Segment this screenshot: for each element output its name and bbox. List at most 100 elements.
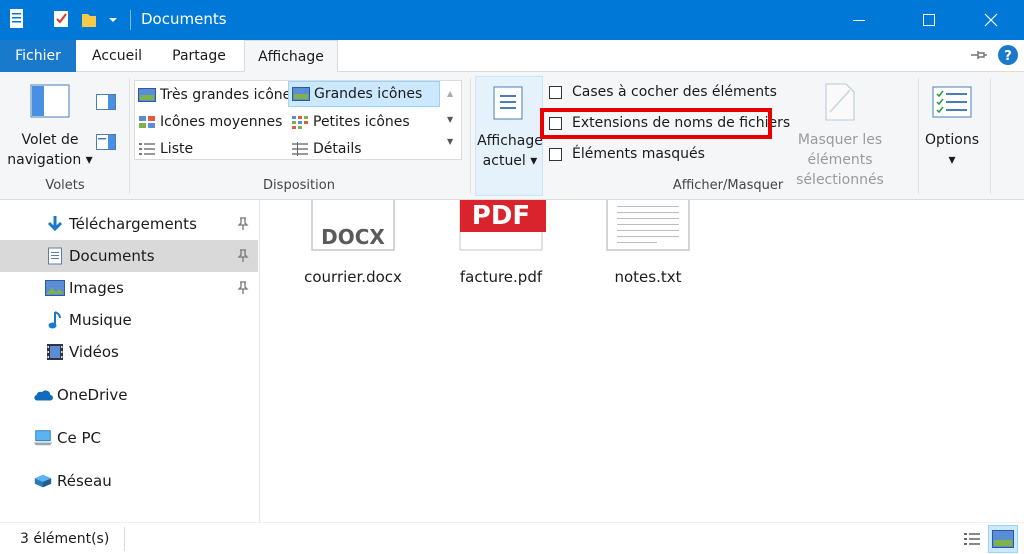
properties-icon[interactable] (52, 8, 70, 30)
network-icon (33, 471, 53, 491)
details-icon (291, 142, 309, 156)
file-item-facture[interactable]: PDF facture.pdf (441, 199, 561, 286)
title-bar: Documents (0, 0, 1024, 40)
ribbon-tabs: Fichier Accueil Partage Affichage ? (0, 40, 1024, 73)
tab-file[interactable]: Fichier (0, 40, 76, 72)
nav-item-music[interactable]: Musique (0, 304, 258, 336)
layout-extra-large-icons[interactable]: Très grandes icônes (138, 83, 299, 107)
music-icon (45, 310, 65, 330)
file-name: notes.txt (614, 268, 682, 286)
scroll-up-icon[interactable]: ▲ (447, 89, 453, 98)
expand-gallery-icon[interactable]: ▼ (447, 137, 453, 146)
options-label: Options (924, 132, 980, 148)
layout-item-label: Très grandes icônes (160, 87, 299, 103)
new-folder-icon[interactable] (80, 8, 98, 30)
status-bar: 3 élément(s) (0, 522, 1024, 554)
nav-item-label: Vidéos (69, 343, 119, 361)
file-item-courrier[interactable]: DOCX courrier.docx (293, 200, 413, 286)
close-button[interactable] (968, 0, 1014, 40)
pictures-icon (45, 278, 65, 298)
nav-item-documents[interactable]: Documents (0, 240, 258, 272)
status-separator (124, 527, 125, 551)
minimize-button[interactable] (836, 0, 882, 40)
pin-icon[interactable] (236, 217, 250, 235)
large-icons-view-icon (992, 530, 1014, 548)
layout-list[interactable]: Liste (138, 137, 288, 161)
navigation-pane-button[interactable]: Volet de navigation ▾ (6, 130, 94, 170)
group-separator (470, 78, 471, 194)
docx-badge: DOCX (321, 225, 385, 249)
preview-pane-icon[interactable] (96, 94, 116, 114)
hidden-items-checkbox[interactable] (549, 147, 562, 161)
layout-scrollbar[interactable]: ▲ ▼ ▼ (442, 81, 461, 159)
layout-item-label: Petites icônes (313, 114, 410, 130)
nav-item-videos[interactable]: Vidéos (0, 336, 258, 368)
maximize-icon (923, 14, 935, 26)
layout-details[interactable]: Détails (291, 137, 441, 161)
details-view-button[interactable] (962, 529, 982, 553)
nav-item-label: OneDrive (57, 386, 128, 404)
file-item-notes[interactable]: notes.txt (588, 200, 708, 286)
maximize-button[interactable] (906, 0, 952, 40)
large-icons-icon (292, 87, 310, 101)
list-icon (138, 142, 156, 156)
details-pane-icon[interactable] (96, 134, 116, 154)
close-icon (984, 13, 998, 27)
navigation-pane-icon (30, 84, 70, 122)
pin-icon[interactable] (236, 249, 250, 267)
nav-item-label: Images (69, 279, 124, 297)
item-checkboxes-option[interactable]: Cases à cocher des éléments (549, 84, 777, 100)
tabrow-right: ? (970, 45, 1018, 69)
current-view-button[interactable]: Affichage actuel ▾ (475, 76, 543, 196)
nav-item-label: Musique (69, 311, 132, 329)
document-icon (8, 8, 26, 30)
options-button[interactable]: Options ▾ (922, 130, 982, 170)
tab-home[interactable]: Accueil (84, 40, 150, 72)
computer-icon (33, 428, 53, 448)
group-label-show-hide: Afficher/Masquer (672, 178, 784, 193)
nav-item-label: Ce PC (57, 429, 101, 447)
large-icons-view-button[interactable] (988, 525, 1018, 553)
current-view-label-1: Affichage (477, 133, 543, 149)
extra-large-icons-icon (138, 88, 156, 102)
qat-dropdown-icon[interactable] (108, 8, 118, 30)
layout-item-label: Liste (160, 141, 194, 157)
nav-item-onedrive[interactable]: OneDrive (0, 379, 258, 411)
layout-large-icons[interactable]: Grandes icônes (288, 81, 440, 107)
title-separator (130, 10, 131, 30)
file-name: courrier.docx (304, 268, 402, 286)
layout-item-label: Détails (313, 141, 362, 157)
nav-pane-label-2: navigation ▾ (7, 152, 93, 168)
svg-text:?: ? (1004, 49, 1012, 64)
hidden-items-label: Éléments masqués (572, 146, 705, 162)
qat-separator (36, 8, 42, 30)
layout-item-label: Icônes moyennes (160, 114, 283, 130)
group-label-layout: Disposition (263, 178, 335, 193)
nav-pane-label-1: Volet de (21, 132, 79, 148)
nav-item-label: Réseau (57, 472, 112, 490)
layout-small-icons[interactable]: Petites icônes (291, 110, 441, 134)
navigation-pane: Téléchargements Documents Images Musique… (0, 200, 260, 522)
item-checkboxes-label: Cases à cocher des éléments (572, 84, 777, 100)
scroll-down-icon[interactable]: ▼ (447, 115, 453, 124)
nav-item-this-pc[interactable]: Ce PC (0, 422, 258, 454)
pin-ribbon-icon[interactable] (970, 48, 988, 66)
layout-medium-icons[interactable]: Icônes moyennes (138, 110, 288, 134)
file-extensions-highlight (540, 108, 772, 139)
tab-view[interactable]: Affichage (244, 40, 338, 73)
details-view-icon (964, 533, 980, 545)
nav-item-pictures[interactable]: Images (0, 272, 258, 304)
help-icon[interactable]: ? (998, 45, 1018, 69)
layout-item-label: Grandes icônes (314, 86, 423, 102)
nav-item-downloads[interactable]: Téléchargements (0, 208, 258, 240)
nav-item-network[interactable]: Réseau (0, 465, 258, 497)
quick-access-toolbar (8, 8, 118, 30)
options-dropdown-icon: ▾ (948, 152, 956, 168)
pin-icon[interactable] (236, 281, 250, 299)
item-checkboxes-checkbox[interactable] (549, 85, 562, 99)
tab-share[interactable]: Partage (160, 40, 238, 72)
hidden-items-option[interactable]: Éléments masqués (549, 146, 705, 162)
current-view-label-2: actuel ▾ (482, 153, 538, 169)
group-separator (918, 78, 919, 194)
txt-file-icon (606, 200, 690, 251)
